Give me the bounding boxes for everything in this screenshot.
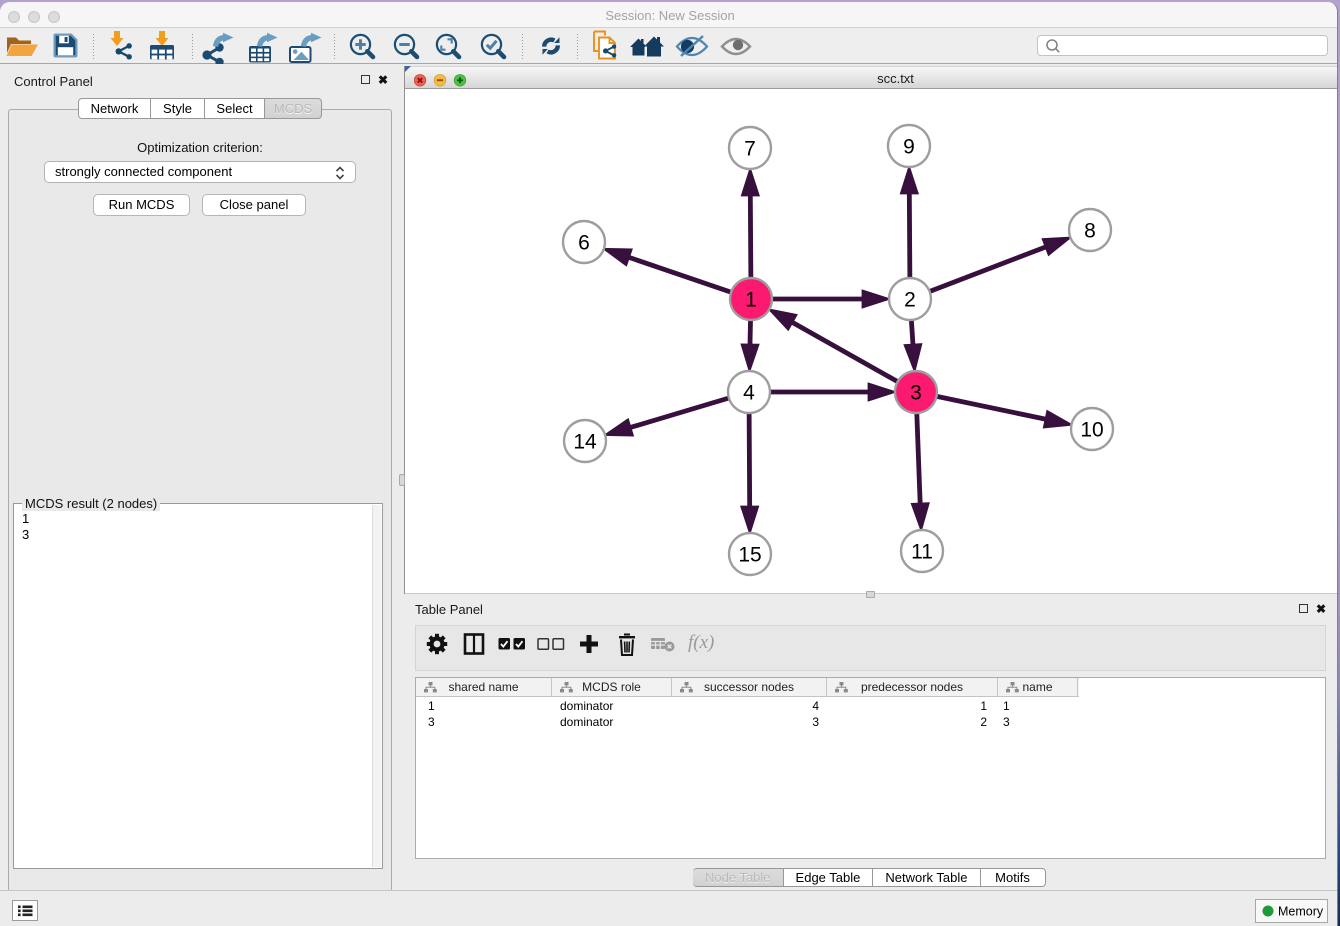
svg-text:7: 7 <box>744 138 756 161</box>
svg-text:9: 9 <box>903 136 915 159</box>
svg-text:10: 10 <box>1080 419 1103 442</box>
svg-text:Memory: Memory <box>1278 905 1324 919</box>
svg-text:6: 6 <box>578 232 590 255</box>
svg-text:11: 11 <box>911 541 933 564</box>
svg-text:1: 1 <box>745 289 757 312</box>
svg-text:3: 3 <box>910 382 922 405</box>
svg-text:2: 2 <box>904 289 916 312</box>
svg-text:15: 15 <box>738 544 761 567</box>
svg-text:4: 4 <box>743 382 755 405</box>
svg-text:14: 14 <box>573 431 597 454</box>
svg-text:8: 8 <box>1084 220 1096 243</box>
